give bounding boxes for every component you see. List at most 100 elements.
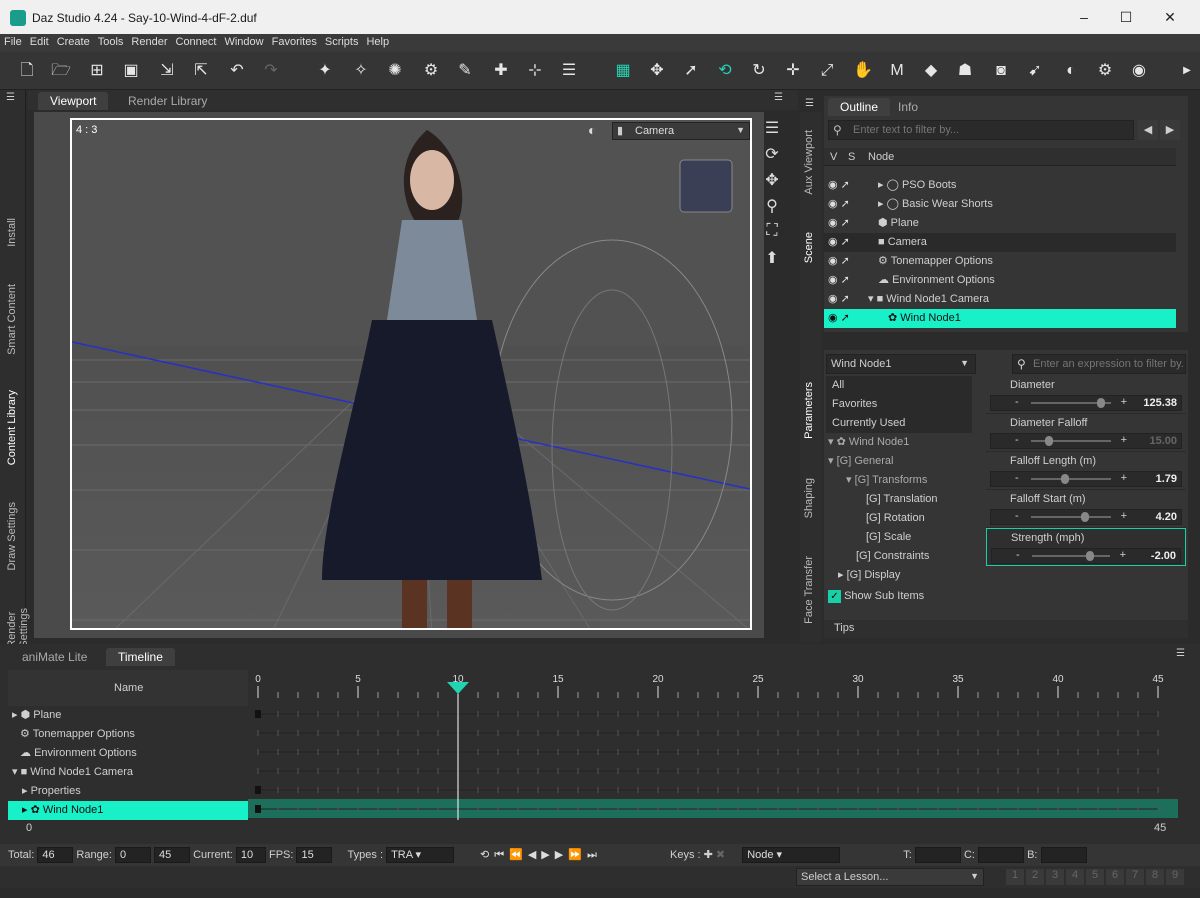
lesson-page-button[interactable]: 6 — [1106, 869, 1124, 885]
tab-animate-lite[interactable]: aniMate Lite — [10, 648, 99, 666]
eye-icon[interactable]: ◉ ➚ — [828, 233, 868, 252]
b-field[interactable] — [1040, 847, 1087, 863]
merge-file-icon[interactable]: ⊞ — [86, 60, 108, 82]
zoom-icon[interactable]: ⚲ — [760, 196, 784, 218]
param-filter[interactable]: ⚲ — [1012, 354, 1186, 374]
col-selectable[interactable]: S — [848, 151, 855, 163]
tree-item[interactable]: Currently Used — [826, 414, 972, 433]
viewport-menu-icon[interactable]: ☰ — [774, 92, 783, 103]
timeline-menu-icon[interactable]: ☰ — [1176, 648, 1185, 659]
undo-icon[interactable]: ↶ — [226, 60, 248, 82]
eye-icon[interactable]: ◉ ➚ — [828, 252, 868, 271]
lesson-page-button[interactable]: 7 — [1126, 869, 1144, 885]
tree-item[interactable]: [G] Scale — [826, 528, 972, 547]
lesson-page-button[interactable]: 5 — [1086, 869, 1104, 885]
prev-frame-icon[interactable]: ◀ — [528, 849, 541, 861]
minus-icon[interactable]: - — [1015, 472, 1019, 484]
home-view-icon[interactable]: ⬆ — [760, 248, 784, 270]
grid-icon[interactable]: ▦ — [612, 60, 634, 82]
scale-icon[interactable]: ⤢ — [816, 60, 838, 82]
eye-icon[interactable]: ◉ ➚ — [828, 176, 868, 195]
viewport-options-icon[interactable]: ☰ — [760, 118, 784, 140]
track-row[interactable]: ☁ Environment Options — [8, 744, 248, 763]
pinning-icon[interactable]: ◆ — [920, 60, 942, 82]
orbit-icon[interactable]: ⟳ — [760, 144, 784, 166]
universal-tool-icon[interactable]: ⟲ — [714, 60, 736, 82]
point-light-icon[interactable]: ✚ — [490, 60, 512, 82]
tab-info[interactable]: Info — [886, 98, 930, 116]
timeline-ruler[interactable]: 0 5 10 15 20 25 30 35 40 45 — [248, 670, 1178, 820]
select-icon[interactable]: ➚ — [680, 60, 702, 82]
new-file-icon[interactable]: 🗋 — [16, 60, 38, 82]
list-item[interactable]: ▸ ◯ Basic Wear Shorts — [824, 195, 1176, 214]
frame-icon[interactable]: ⛶ — [760, 222, 784, 244]
rotate-view-icon[interactable]: ✥ — [646, 60, 668, 82]
tree-item[interactable]: ▸ [G] Display — [826, 566, 972, 585]
camera-selector[interactable]: ▮ Camera ▼ — [612, 122, 750, 140]
slider-knob[interactable] — [1045, 436, 1054, 446]
property-value[interactable]: 125.38 — [1143, 397, 1177, 409]
range-start-field[interactable]: 0 — [114, 847, 151, 863]
slider-knob[interactable] — [1097, 398, 1105, 408]
tree-item[interactable]: ▾ ✿ Wind Node1 — [826, 433, 972, 452]
keyframe[interactable] — [255, 710, 261, 718]
next-frame-icon[interactable]: ▶ — [555, 849, 568, 861]
tree-item[interactable]: [G] Rotation — [826, 509, 972, 528]
tree-item[interactable]: ▾ [G] General — [826, 452, 972, 471]
property-value[interactable]: 4.20 — [1156, 511, 1177, 523]
lesson-page-button[interactable]: 8 — [1146, 869, 1164, 885]
slider-knob[interactable] — [1061, 474, 1069, 484]
property-slider[interactable]: - + 125.38 — [990, 395, 1182, 411]
total-field[interactable]: 46 — [37, 847, 74, 863]
last-frame-icon[interactable]: ⏭ — [587, 849, 602, 861]
property-row[interactable]: Falloff Start (m) - + 4.20 — [986, 490, 1186, 528]
keyframe[interactable] — [255, 786, 261, 794]
show-sub-items[interactable]: ✓ Show Sub Items — [828, 590, 924, 603]
menu-help[interactable]: Help — [362, 34, 393, 50]
figure-setup-icon[interactable]: ☗ — [954, 60, 976, 82]
tab-scene[interactable]: Scene — [803, 232, 815, 263]
keyframe[interactable] — [255, 805, 261, 813]
save-file-icon[interactable]: ▣ — [120, 60, 142, 82]
minus-icon[interactable]: - — [1015, 510, 1019, 522]
morph-tool-icon[interactable]: M — [886, 60, 908, 82]
redo-icon[interactable]: ↷ — [260, 60, 282, 82]
plus-icon[interactable]: + — [1121, 472, 1127, 484]
plus-icon[interactable]: + — [1121, 510, 1127, 522]
play-icon[interactable]: ▶ — [541, 849, 554, 861]
tab-render-settings[interactable]: Render Settings — [6, 608, 30, 648]
distant-light-icon[interactable]: ⊹ — [524, 60, 546, 82]
lesson-page-button[interactable]: 4 — [1066, 869, 1084, 885]
col-node[interactable]: Node — [868, 151, 894, 163]
menu-scripts[interactable]: Scripts — [321, 34, 363, 50]
eye-icon[interactable]: ◉ ➚ — [828, 195, 868, 214]
geometry-editor-icon[interactable]: ⚙ — [420, 60, 442, 82]
translate-icon[interactable]: ✛ — [782, 60, 804, 82]
close-button[interactable]: ✕ — [1150, 6, 1190, 28]
prev-key-icon[interactable]: ⏪ — [509, 849, 528, 861]
new-figure-icon[interactable]: ✦ — [314, 60, 336, 82]
render-icon[interactable]: ◉ — [1128, 60, 1150, 82]
tab-render-library[interactable]: Render Library — [116, 92, 219, 110]
tab-timeline[interactable]: Timeline — [106, 648, 175, 666]
pose-tool-icon[interactable]: ✋ — [852, 60, 874, 82]
tab-draw-settings[interactable]: Draw Settings — [6, 502, 18, 570]
track-row[interactable]: ▸ Properties — [8, 782, 248, 801]
scene-next-icon[interactable]: ▶ — [1160, 120, 1180, 140]
lesson-page-button[interactable]: 2 — [1026, 869, 1044, 885]
range-end-field[interactable]: 45 — [154, 847, 191, 863]
track-row[interactable]: ▸ ⬢ Plane — [8, 706, 248, 725]
property-value[interactable]: 15.00 — [1149, 435, 1177, 447]
pan-icon[interactable]: ✥ — [760, 170, 784, 192]
tree-item[interactable]: All — [826, 376, 972, 395]
property-slider[interactable]: - + 4.20 — [990, 509, 1182, 525]
property-slider[interactable]: - + 1.79 — [990, 471, 1182, 487]
list-item[interactable]: ⬢ Plane — [824, 214, 1176, 233]
plus-icon[interactable]: + — [1120, 549, 1126, 561]
tree-item[interactable]: [G] Translation — [826, 490, 972, 509]
list-item[interactable]: ■ Camera — [824, 233, 1176, 252]
property-slider[interactable]: - + 15.00 — [990, 433, 1182, 449]
lesson-selector[interactable]: Select a Lesson... ▼ — [796, 868, 984, 886]
rotate-icon[interactable]: ↻ — [748, 60, 770, 82]
tab-smart-content[interactable]: Smart Content — [6, 284, 18, 355]
